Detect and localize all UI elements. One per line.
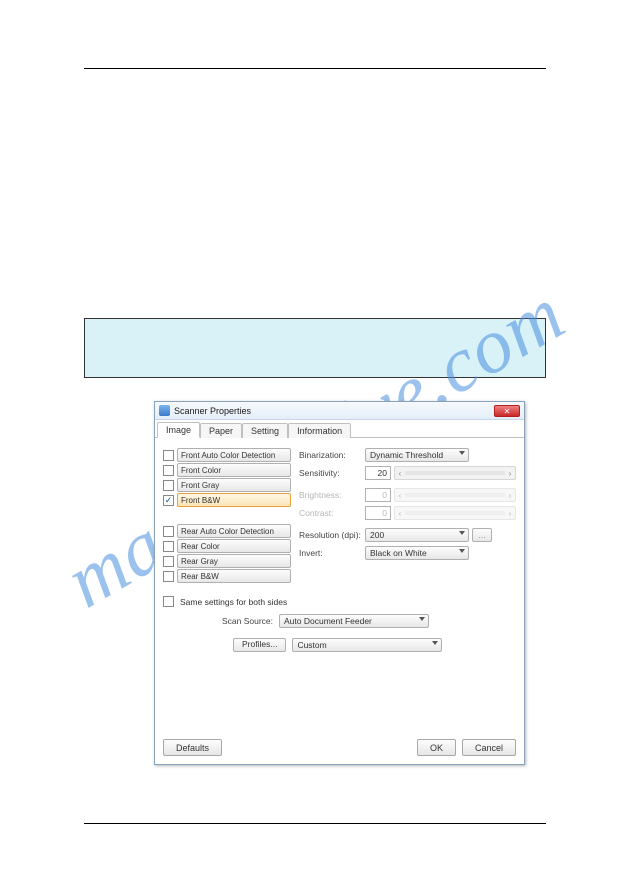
ok-button[interactable]: OK (417, 739, 456, 756)
scan-source-row: Scan Source: Auto Document Feeder (215, 614, 429, 628)
checkbox-front-gray[interactable] (163, 480, 174, 491)
rear-image-group: Rear Auto Color Detection Rear Color Rea… (163, 524, 291, 584)
tabs: Image Paper Setting Information (155, 420, 524, 438)
app-icon (159, 405, 170, 416)
btn-rear-gray[interactable]: Rear Gray (177, 554, 291, 568)
same-settings-label: Same settings for both sides (180, 597, 287, 607)
brightness-slider: ‹› (394, 488, 516, 502)
rear-gray-row: Rear Gray (163, 554, 291, 568)
contrast-slider: ‹› (394, 506, 516, 520)
front-color-row: Front Color (163, 463, 291, 477)
scan-source-label: Scan Source: (215, 616, 279, 626)
front-auto-color-row: Front Auto Color Detection (163, 448, 291, 462)
tab-body: Front Auto Color Detection Front Color F… (155, 438, 524, 764)
binarization-label: Binarization: (299, 450, 365, 460)
brightness-value: 0 (365, 488, 391, 502)
btn-front-auto-color[interactable]: Front Auto Color Detection (177, 448, 291, 462)
dialog-title: Scanner Properties (174, 406, 494, 416)
brightness-label: Brightness: (299, 490, 365, 500)
checkbox-rear-color[interactable] (163, 541, 174, 552)
checkbox-front-bw[interactable] (163, 495, 174, 506)
scan-source-dropdown[interactable]: Auto Document Feeder (279, 614, 429, 628)
defaults-button[interactable]: Defaults (163, 739, 222, 756)
dialog-buttons: Defaults OK Cancel (163, 739, 516, 756)
scanner-properties-dialog: Scanner Properties ✕ Image Paper Setting… (154, 401, 525, 765)
sensitivity-value[interactable]: 20 (365, 466, 391, 480)
btn-rear-color[interactable]: Rear Color (177, 539, 291, 553)
rear-auto-color-row: Rear Auto Color Detection (163, 524, 291, 538)
chevron-down-icon (432, 641, 438, 645)
front-image-group: Front Auto Color Detection Front Color F… (163, 448, 291, 508)
same-settings-row: Same settings for both sides (163, 596, 287, 607)
invert-label: Invert: (299, 548, 365, 558)
chevron-down-icon (459, 451, 465, 455)
rear-bw-row: Rear B&W (163, 569, 291, 583)
page-top-rule (84, 68, 546, 69)
rear-color-row: Rear Color (163, 539, 291, 553)
info-band (84, 318, 546, 378)
checkbox-rear-auto-color[interactable] (163, 526, 174, 537)
chevron-down-icon (419, 617, 425, 621)
tab-information[interactable]: Information (288, 423, 351, 438)
front-bw-row: Front B&W (163, 493, 291, 507)
page-bottom-rule (84, 823, 546, 824)
resolution-extra-button[interactable]: … (472, 528, 492, 542)
btn-front-color[interactable]: Front Color (177, 463, 291, 477)
profiles-row: Profiles... Custom (233, 638, 442, 652)
checkbox-same-settings[interactable] (163, 596, 174, 607)
chevron-down-icon (459, 549, 465, 553)
close-icon[interactable]: ✕ (494, 405, 520, 417)
checkbox-rear-bw[interactable] (163, 571, 174, 582)
sensitivity-label: Sensitivity: (299, 468, 365, 478)
settings-panel: Binarization: Dynamic Threshold Sensitiv… (299, 448, 516, 564)
tab-setting[interactable]: Setting (242, 423, 288, 438)
btn-front-bw[interactable]: Front B&W (177, 493, 291, 507)
checkbox-front-auto-color[interactable] (163, 450, 174, 461)
btn-front-gray[interactable]: Front Gray (177, 478, 291, 492)
checkbox-front-color[interactable] (163, 465, 174, 476)
sensitivity-slider[interactable]: ‹› (394, 466, 516, 480)
front-gray-row: Front Gray (163, 478, 291, 492)
resolution-dropdown[interactable]: 200 (365, 528, 469, 542)
invert-dropdown[interactable]: Black on White (365, 546, 469, 560)
contrast-value: 0 (365, 506, 391, 520)
profiles-button[interactable]: Profiles... (233, 638, 286, 652)
binarization-dropdown[interactable]: Dynamic Threshold (365, 448, 469, 462)
checkbox-rear-gray[interactable] (163, 556, 174, 567)
btn-rear-bw[interactable]: Rear B&W (177, 569, 291, 583)
resolution-label: Resolution (dpi): (299, 530, 365, 540)
btn-rear-auto-color[interactable]: Rear Auto Color Detection (177, 524, 291, 538)
titlebar[interactable]: Scanner Properties ✕ (155, 402, 524, 420)
tab-paper[interactable]: Paper (200, 423, 242, 438)
tab-image[interactable]: Image (157, 422, 200, 438)
contrast-label: Contrast: (299, 508, 365, 518)
profiles-dropdown[interactable]: Custom (292, 638, 442, 652)
chevron-down-icon (459, 531, 465, 535)
cancel-button[interactable]: Cancel (462, 739, 516, 756)
